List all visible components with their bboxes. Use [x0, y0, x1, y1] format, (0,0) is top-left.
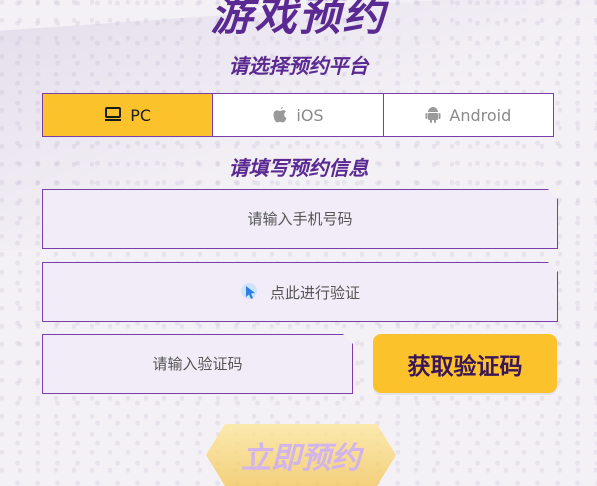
verify-label: 点此进行验证 — [269, 283, 360, 302]
phone-field — [42, 189, 558, 249]
platform-tab-label: Android — [449, 105, 512, 125]
platform-tab-label: PC — [130, 105, 152, 125]
platform-selector: PC iOS Android — [42, 93, 554, 137]
platform-section-title: 请选择预约平台 — [228, 54, 369, 78]
apple-icon — [272, 106, 288, 124]
platform-tab-pc[interactable]: PC — [43, 94, 213, 136]
cursor-click-icon — [240, 282, 260, 302]
info-section-title: 请填写预约信息 — [228, 156, 369, 180]
platform-tab-android[interactable]: Android — [382, 94, 553, 136]
code-input[interactable] — [43, 334, 352, 394]
page-title: 游戏预约 — [210, 0, 387, 40]
android-icon — [425, 106, 441, 124]
platform-tab-ios[interactable]: iOS — [212, 94, 382, 136]
code-field — [42, 334, 353, 394]
phone-input[interactable] — [43, 189, 557, 249]
platform-tab-label: iOS — [296, 105, 324, 125]
reserve-now-button[interactable]: 立即预约 — [206, 424, 396, 486]
get-code-button[interactable]: 获取验证码 — [373, 334, 557, 393]
verify-button[interactable]: 点此进行验证 — [42, 262, 558, 322]
monitor-icon — [104, 107, 122, 123]
